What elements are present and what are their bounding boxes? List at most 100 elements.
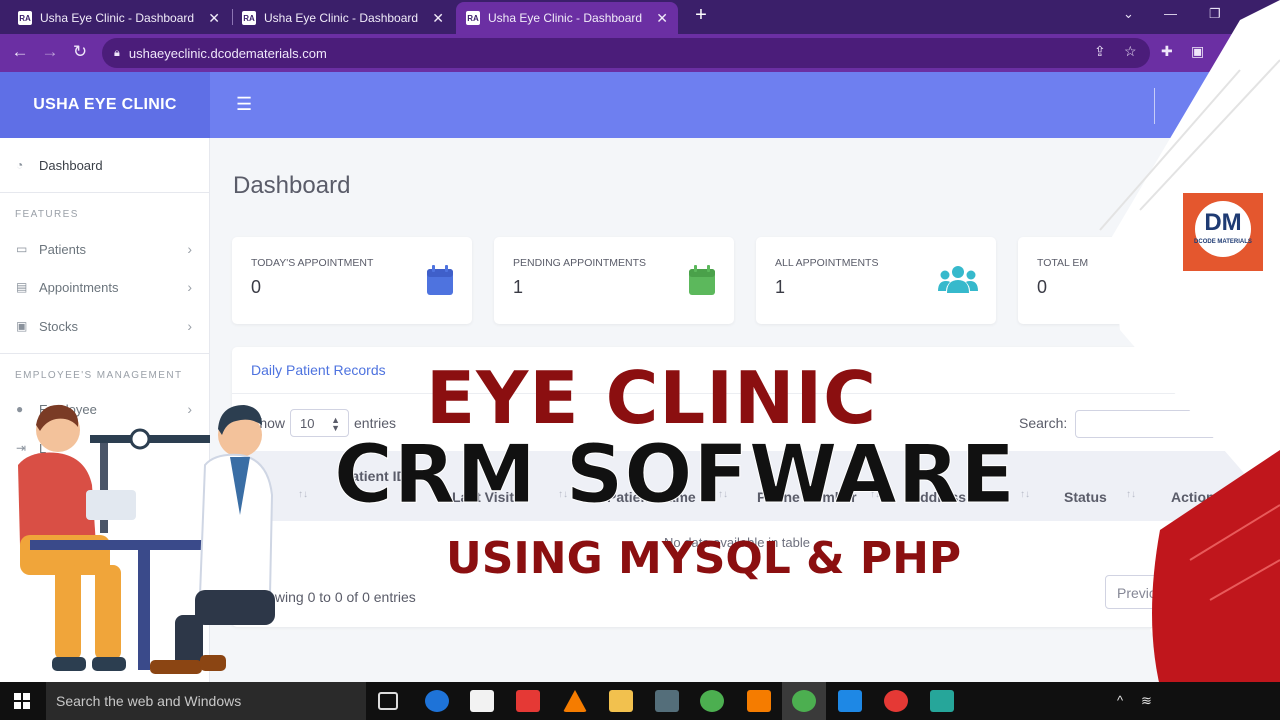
chrome-icon[interactable] <box>792 690 816 712</box>
column-header[interactable]: Status <box>1064 489 1107 505</box>
browser-toolbar: ← → ↻ 🔒︎ ushaeyeclinic.dcodematerials.co… <box>0 34 1280 72</box>
sidebar-item-stocks[interactable]: ▣ Stocks › <box>0 314 210 338</box>
doctor-patient-illustration <box>18 404 275 674</box>
search-label: Search: <box>1019 415 1068 431</box>
stat-card-label: PENDING APPOINTMENTS <box>513 257 647 269</box>
close-tab-icon[interactable]: ✕ <box>208 10 220 27</box>
previous-page-button[interactable]: Previous <box>1105 575 1175 609</box>
chevron-right-icon: › <box>187 318 192 334</box>
side-panel-icon[interactable]: ▣ <box>1191 43 1204 60</box>
sidebar-item-label: Stocks <box>39 318 79 334</box>
tab-title: Usha Eye Clinic - Dashboard <box>488 11 643 25</box>
logo-monogram: DM <box>1204 209 1242 236</box>
extensions-icon[interactable]: ✚ <box>1161 43 1173 60</box>
app-brand[interactable]: USHA EYE CLINIC <box>0 72 210 138</box>
url-text: ushaeyeclinic.dcodematerials.com <box>128 45 327 61</box>
stat-card-label: TOTAL EM <box>1037 257 1089 269</box>
sidebar-item-label: Dashboard <box>39 157 103 173</box>
stat-card-label: ALL APPOINTMENTS <box>775 257 879 269</box>
sidebar-item-dashboard[interactable]: ◔ Dashboard <box>0 153 210 177</box>
reload-icon[interactable]: ↻ <box>70 42 90 62</box>
site-favicon-icon: RA <box>18 11 32 25</box>
windows-taskbar: Search the web and Windows ^ ≋ <box>0 682 1280 720</box>
sidebar-item-label: Patients <box>39 241 86 257</box>
chevron-right-icon: › <box>187 279 192 295</box>
chrome-icon[interactable] <box>700 690 724 712</box>
file-explorer-icon[interactable] <box>609 690 633 712</box>
stat-card-today[interactable]: TODAY'S APPOINTMENT 0 <box>232 237 472 324</box>
restore-icon[interactable]: ❐ <box>1209 6 1221 22</box>
share-icon[interactable]: ⇪ <box>1094 43 1106 60</box>
app-icon[interactable] <box>655 690 679 712</box>
back-icon[interactable]: ← <box>10 42 30 62</box>
card-icon: ▭ <box>16 242 28 256</box>
tab-title: Usha Eye Clinic - Dashboard <box>264 11 419 25</box>
edge-browser-icon[interactable] <box>425 690 449 712</box>
vscode-icon[interactable] <box>838 690 862 712</box>
browser-tab[interactable]: RA Usha Eye Clinic - Dashboard ✕ <box>232 2 454 34</box>
taskbar-search-box[interactable]: Search the web and Windows <box>46 682 366 720</box>
bookmark-star-icon[interactable]: ☆ <box>1124 43 1137 60</box>
sidebar-item-patients[interactable]: ▭ Patients › <box>0 237 210 261</box>
tab-search-icon[interactable]: ⌄ <box>1123 6 1134 22</box>
search-input[interactable] <box>1075 410 1242 438</box>
users-icon <box>938 266 978 293</box>
dcode-materials-logo: DM DCODE MATERIALS <box>1183 193 1263 271</box>
sort-icon[interactable]: ↑↓ <box>1126 489 1136 500</box>
sidebar-divider <box>0 192 210 193</box>
sidebar-item-label: Appointments <box>39 279 119 295</box>
column-header[interactable]: Action <box>1171 489 1215 505</box>
vlc-icon[interactable] <box>563 690 587 712</box>
site-favicon-icon: RA <box>242 11 256 25</box>
menu-toggle-icon[interactable]: ☰ <box>236 94 252 115</box>
new-tab-button[interactable]: + <box>690 4 712 27</box>
browser-tab[interactable]: RA Usha Eye Clinic - Dashboard ✕ <box>8 2 230 34</box>
thumbnail-title-line-3: USING MYSQL & PHP <box>446 533 962 584</box>
panel-title: Daily Patient Records <box>251 362 386 378</box>
tab-title: Usha Eye Clinic - Dashboard <box>40 11 195 25</box>
stat-card-label: TODAY'S APPOINTMENT <box>251 257 374 269</box>
store-icon[interactable] <box>470 690 494 712</box>
calendar-icon <box>689 265 715 295</box>
chevron-right-icon: › <box>187 241 192 257</box>
page-title: Dashboard <box>233 172 351 199</box>
calendar-icon <box>427 265 453 295</box>
sidebar-heading-features: FEATURES <box>15 209 79 220</box>
sidebar-divider <box>0 353 210 354</box>
topbar-divider <box>1154 88 1155 124</box>
sublime-text-icon[interactable] <box>747 690 771 712</box>
tray-chevron-up-icon[interactable]: ^ <box>1117 693 1123 708</box>
lock-icon: 🔒︎ <box>114 46 120 59</box>
camtasia-icon[interactable] <box>930 690 954 712</box>
box-icon: ▣ <box>16 319 28 333</box>
close-tab-icon[interactable]: ✕ <box>656 10 668 27</box>
address-bar[interactable]: 🔒︎ ushaeyeclinic.dcodematerials.com <box>102 38 1150 68</box>
browser-tab-strip: RA Usha Eye Clinic - Dashboard ✕ RA Usha… <box>0 0 1280 34</box>
stat-card-all[interactable]: ALL APPOINTMENTS 1 <box>756 237 996 324</box>
browser-tab-active[interactable]: RA Usha Eye Clinic - Dashboard ✕ <box>456 2 678 34</box>
stat-card-value: 0 <box>251 277 262 297</box>
forward-icon[interactable]: → <box>40 42 60 62</box>
stat-card-value: 0 <box>1037 277 1048 297</box>
windows-start-icon[interactable] <box>14 693 30 709</box>
minimize-icon[interactable]: — <box>1164 6 1177 21</box>
sort-icon[interactable]: ↑↓ <box>298 489 308 500</box>
sidebar-heading-employees: EMPLOYEE'S MANAGEMENT <box>15 370 183 381</box>
sort-icon[interactable]: ↑↓ <box>1020 489 1030 500</box>
top-navbar: ☰ <box>210 72 1280 138</box>
task-view-icon[interactable] <box>378 692 398 710</box>
stat-card-value: 1 <box>513 277 524 297</box>
stat-card-pending[interactable]: PENDING APPOINTMENTS 1 <box>494 237 734 324</box>
site-favicon-icon: RA <box>466 11 480 25</box>
calendar-icon: ▤ <box>16 280 28 294</box>
sidebar-item-appointments[interactable]: ▤ Appointments › <box>0 275 210 299</box>
wifi-icon[interactable]: ≋ <box>1141 693 1152 709</box>
page-size-value: 10 <box>300 416 315 431</box>
tachometer-icon: ◔ <box>16 158 24 172</box>
stat-card-value: 1 <box>775 277 786 297</box>
logo-subtext: DCODE MATERIALS <box>1194 239 1252 245</box>
chrome-icon[interactable] <box>884 690 908 712</box>
close-tab-icon[interactable]: ✕ <box>432 10 444 27</box>
anydesk-icon[interactable] <box>516 690 540 712</box>
thumbnail-title-line-2: CRM SOFWARE <box>334 428 1016 522</box>
